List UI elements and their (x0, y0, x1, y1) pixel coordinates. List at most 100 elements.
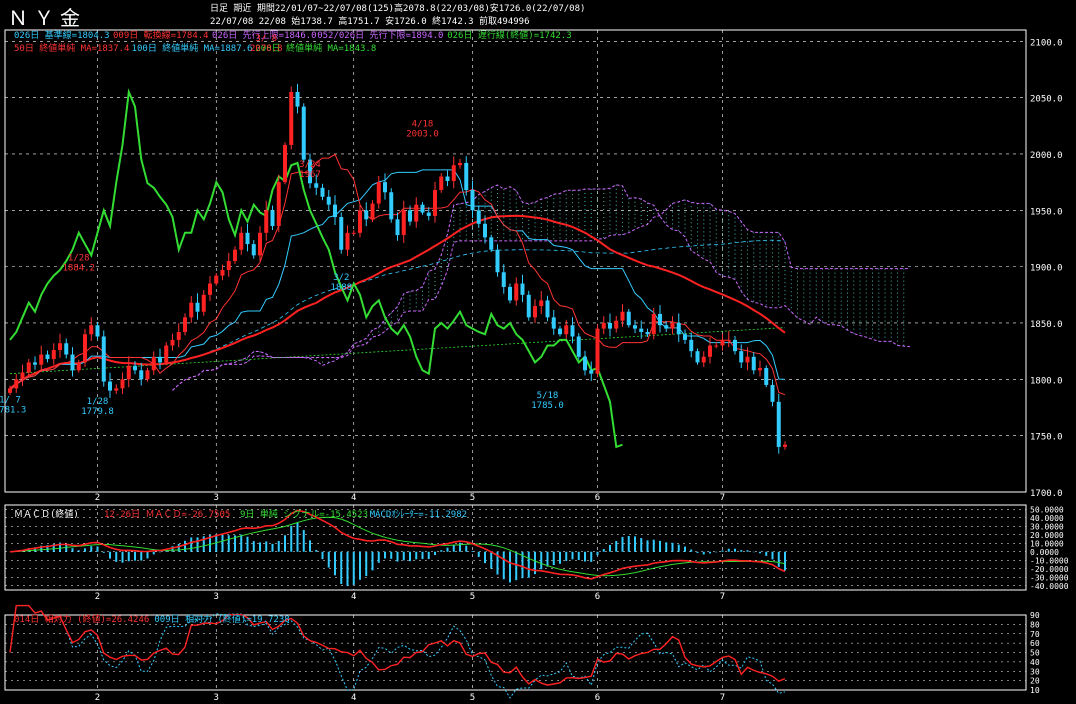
x-tick-label: 7 (720, 693, 725, 703)
candle-body (676, 322, 681, 335)
candle-body (764, 368, 769, 385)
candle-body (270, 210, 275, 227)
candle-body (370, 203, 375, 220)
legend-item: 026日 基準線=1804.3 (14, 29, 110, 41)
x-tick-label: 5 (470, 493, 475, 503)
candle-body (176, 331, 181, 340)
legend-item: 100日 終値単純 MA=1887.6 (132, 42, 253, 54)
candle-body (351, 232, 356, 234)
candle-body (683, 334, 687, 340)
x-tick-label: 4 (351, 693, 356, 703)
candle-body (83, 334, 87, 363)
candle-body (233, 249, 237, 261)
candle-body (470, 190, 475, 211)
candle-body (608, 322, 612, 329)
candle-body (401, 210, 406, 236)
x-tick-label: 4 (351, 592, 356, 602)
candle-body (701, 356, 706, 363)
annotation-date: 1/28 (87, 397, 109, 407)
candle-body (508, 286, 512, 301)
candle-body (39, 354, 44, 365)
candle-body (526, 294, 531, 318)
candle-body (264, 210, 269, 233)
annotation-value: 1967 (299, 170, 321, 180)
candle-body (783, 444, 787, 447)
candle-body (583, 356, 587, 371)
legend-item: 026日 遅行線(終値)=1742.3 (447, 29, 571, 41)
y-tick-label: 1900.0 (1030, 264, 1063, 274)
x-tick-label: 7 (720, 592, 725, 602)
candle-body (158, 356, 162, 363)
candle-body (776, 401, 781, 447)
candle-body (133, 365, 137, 371)
candle-body (420, 204, 425, 213)
candle-body (295, 91, 300, 107)
candle-body (108, 381, 112, 391)
rsi-tick-label: 90 (1030, 611, 1040, 620)
macd-legend-item: 9日 単純 シグナル=-15.4523 (240, 508, 368, 520)
candle-body (101, 336, 106, 382)
candle-body (139, 370, 144, 380)
candle-body (58, 343, 62, 351)
candle-body (576, 336, 581, 357)
candle-body (389, 192, 394, 220)
candle-body (383, 182, 387, 193)
y-tick-label: 1800.0 (1030, 376, 1063, 386)
candle-body (626, 311, 631, 326)
candle-body (570, 325, 575, 337)
candle-body (589, 370, 594, 374)
candle-body (314, 183, 319, 188)
annotation-date: 1/28 (68, 253, 90, 263)
candle-body (451, 165, 456, 181)
candle-body (539, 300, 544, 307)
candle-body (195, 302, 200, 312)
annotation-value: 1884.2 (62, 263, 95, 273)
annotation-date: 1/ 7 (0, 395, 21, 405)
candle-body (76, 362, 81, 371)
candle-body (151, 356, 156, 371)
annotation-value: 1888 (330, 283, 352, 293)
candle-body (70, 354, 75, 371)
candle-body (445, 176, 450, 181)
candle-body (595, 328, 600, 374)
candle-body (695, 351, 700, 363)
annotation-value: 2003.0 (406, 130, 439, 140)
annotation-date: 3/ 8 (255, 34, 277, 44)
candle-body (733, 339, 737, 352)
candle-body (620, 311, 625, 321)
candle-body (745, 356, 750, 363)
candle-body (708, 345, 712, 357)
annotation-date: 3/2 (333, 273, 349, 283)
legend-item: 50日 終値単純 MA=1837.4 (14, 42, 129, 54)
rsi-tick-label: 70 (1030, 630, 1040, 639)
candle-body (345, 232, 350, 250)
candle-body (658, 313, 662, 326)
candle-body (120, 379, 125, 389)
candle-body (614, 320, 619, 329)
x-tick-label: 3 (214, 493, 219, 503)
candle-body (514, 283, 519, 301)
rsi-legend-item: 014日 相対力 (終値)=26.4246 (14, 613, 149, 625)
macd-legend-item: MACDｵｼﾚｰﾀｰ=-11.2982 (370, 509, 467, 520)
annotation-date: 3/24 (299, 160, 321, 170)
candle-body (501, 272, 506, 287)
rsi-tick-label: 60 (1030, 639, 1040, 648)
candle-body (145, 370, 150, 380)
legend-item: 052/026日 先行下限=1894.0 (317, 29, 443, 41)
candle-body (183, 317, 187, 332)
candle-body (395, 219, 400, 236)
candle-body (339, 217, 344, 250)
candle-body (376, 182, 381, 204)
candle-body (364, 210, 369, 220)
x-tick-label: 2 (95, 493, 100, 503)
candle-body (426, 212, 431, 216)
x-tick-label: 3 (214, 693, 219, 703)
lagging-span-line (9, 88, 623, 449)
candle-body (414, 204, 419, 222)
x-tick-label: 3 (214, 592, 219, 602)
macd-signal-line (9, 516, 786, 577)
candle-body (408, 210, 412, 222)
candle-body (114, 388, 119, 391)
candle-body (495, 249, 500, 273)
candle-body (208, 283, 212, 295)
